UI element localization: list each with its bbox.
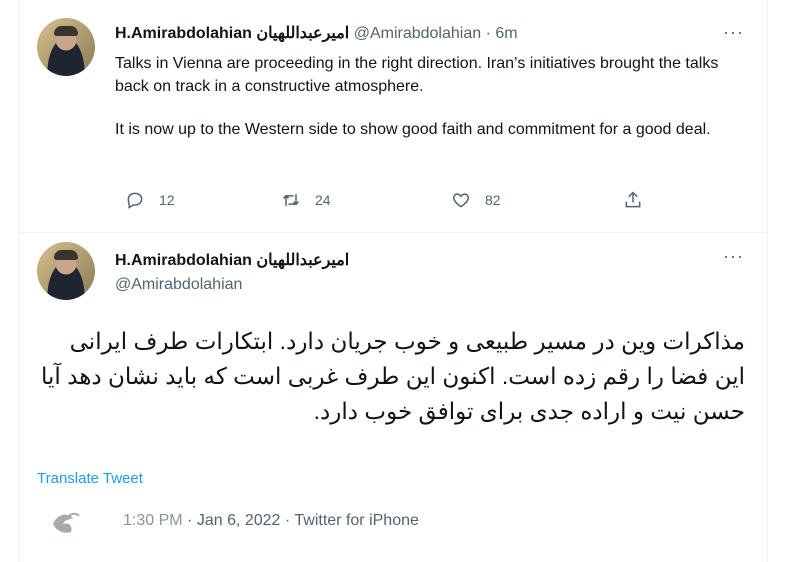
tweet-2-author: H.Amirabdolahian امیرعبداللهیان <box>115 250 349 270</box>
tweet-meta: 1:30 PM · Jan 6, 2022 · Twitter for iPho… <box>123 512 419 530</box>
like-button[interactable]: 82 <box>451 190 501 210</box>
watermark-logo-icon <box>53 512 80 533</box>
display-name-fa[interactable]: امیرعبداللهیان <box>256 252 349 269</box>
retweet-icon <box>282 194 300 206</box>
tweet-source[interactable]: Twitter for iPhone <box>294 512 419 529</box>
avatar[interactable] <box>37 18 95 76</box>
display-name-fa[interactable]: امیرعبداللهیان <box>256 25 349 42</box>
tweet-card: H.Amirabdolahian امیرعبداللهیان @Amirabd… <box>18 0 768 562</box>
translate-tweet-link[interactable]: Translate Tweet <box>37 470 143 487</box>
action-bar: 12 24 82 <box>115 190 675 218</box>
tweet-1-header: H.Amirabdolahian امیرعبداللهیان @Amirabd… <box>115 23 518 43</box>
separator: · <box>485 25 491 42</box>
tweet-2-text: مذاکرات وین در مسیر طبیعی و خوب جریان دا… <box>41 328 745 424</box>
reply-count: 12 <box>159 192 175 208</box>
display-name[interactable]: H.Amirabdolahian <box>115 252 252 269</box>
meta-separator: · <box>187 512 197 529</box>
retweet-count: 24 <box>315 192 331 208</box>
like-count: 82 <box>485 192 501 208</box>
meta-separator: · <box>284 512 295 529</box>
share-button[interactable] <box>623 190 643 210</box>
timestamp[interactable]: 6m <box>495 25 517 42</box>
tweet-1[interactable]: H.Amirabdolahian امیرعبداللهیان @Amirabd… <box>19 0 767 233</box>
handle[interactable]: @Amirabdolahian <box>115 276 242 294</box>
tweet-paragraph: It is now up to the Western side to show… <box>115 121 711 138</box>
reply-button[interactable]: 12 <box>125 190 175 210</box>
like-icon <box>452 193 470 208</box>
tweet-1-text: Talks in Vienna are proceeding in the ri… <box>115 52 735 141</box>
handle[interactable]: @Amirabdolahian <box>354 25 481 42</box>
display-name[interactable]: H.Amirabdolahian <box>115 25 252 42</box>
tweet-paragraph: Talks in Vienna are proceeding in the ri… <box>115 55 719 95</box>
tweet-date[interactable]: Jan 6, 2022 <box>197 512 281 529</box>
share-icon <box>625 191 641 208</box>
avatar[interactable] <box>37 242 95 300</box>
more-icon[interactable]: ··· <box>723 22 744 43</box>
reply-icon <box>127 192 143 209</box>
tweet-time[interactable]: 1:30 PM <box>123 512 183 529</box>
retweet-button[interactable]: 24 <box>281 190 331 210</box>
more-icon[interactable]: ··· <box>723 246 744 267</box>
